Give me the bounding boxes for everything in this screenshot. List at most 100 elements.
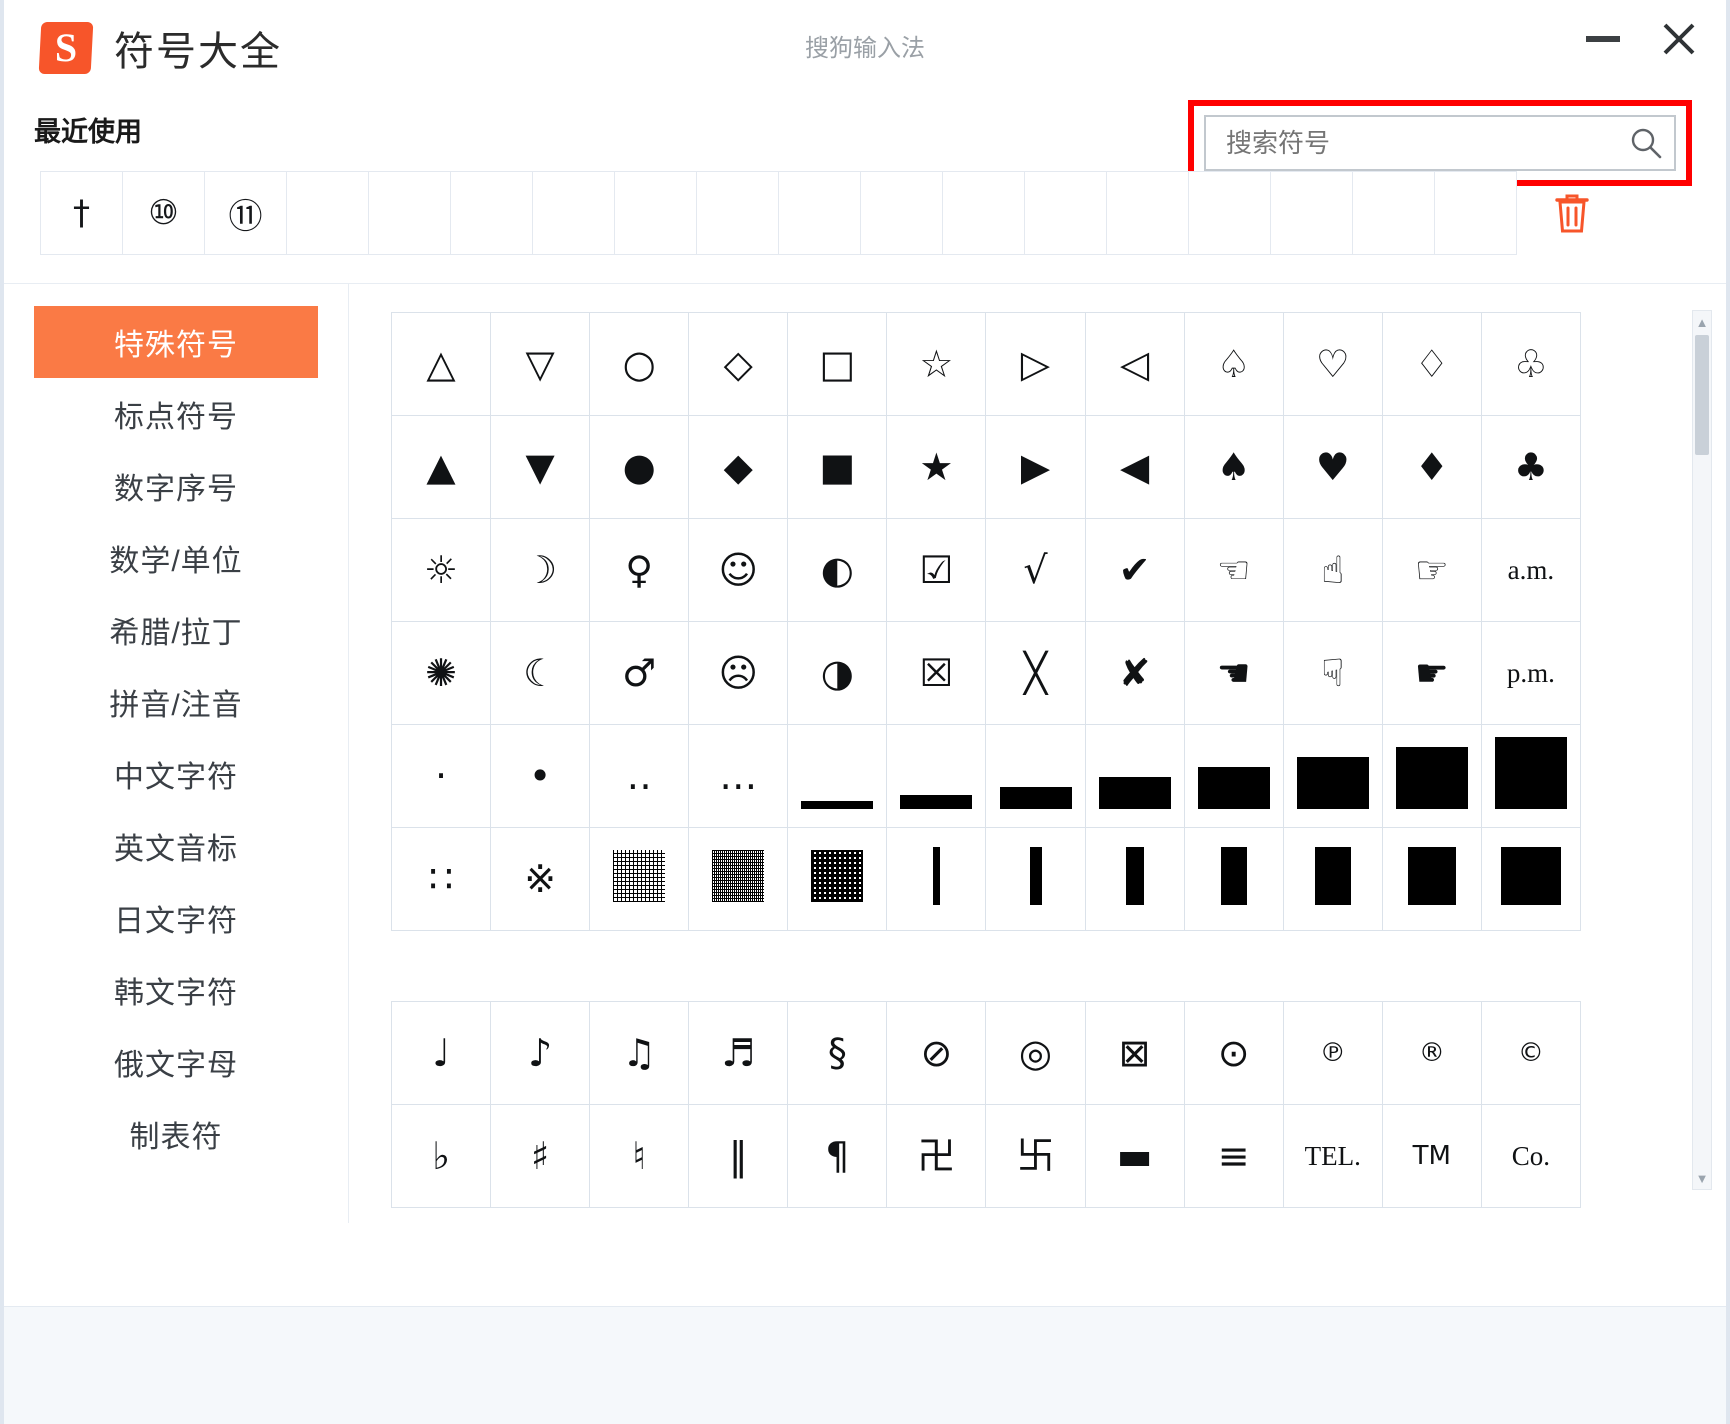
- symbol-cell[interactable]: ♤: [1183, 312, 1284, 416]
- symbol-cell[interactable]: ◇: [688, 312, 789, 416]
- symbol-cell[interactable]: ◑: [787, 621, 888, 725]
- symbol-cell[interactable]: ✘: [1084, 621, 1185, 725]
- symbol-cell[interactable]: Co.: [1480, 1104, 1582, 1208]
- recent-symbol-cell[interactable]: ⑪: [205, 172, 287, 254]
- symbol-cell[interactable]: ♡: [1282, 312, 1383, 416]
- symbol-cell[interactable]: [1381, 724, 1482, 828]
- symbol-cell[interactable]: ☞: [1381, 518, 1482, 622]
- symbol-cell[interactable]: ●: [589, 415, 690, 519]
- sidebar-item-6[interactable]: 中文字符: [34, 738, 318, 810]
- symbol-cell[interactable]: ♀: [589, 518, 690, 622]
- panel-scrollbar[interactable]: ▲ ▼: [1692, 310, 1712, 1190]
- symbol-cell[interactable]: ☽: [490, 518, 591, 622]
- sidebar-item-7[interactable]: 英文音标: [34, 810, 318, 882]
- symbol-cell[interactable]: a.m.: [1480, 518, 1582, 622]
- symbol-cell[interactable]: ☺: [688, 518, 789, 622]
- symbol-cell[interactable]: [688, 827, 789, 931]
- symbol-cell[interactable]: [1381, 827, 1482, 931]
- sidebar-item-8[interactable]: 日文字符: [34, 882, 318, 954]
- symbol-cell[interactable]: ☒: [886, 621, 987, 725]
- symbol-cell[interactable]: △: [390, 312, 492, 416]
- recent-symbol-cell[interactable]: [779, 172, 861, 254]
- symbol-cell[interactable]: [1282, 724, 1383, 828]
- symbol-cell[interactable]: ╳: [985, 621, 1086, 725]
- recent-symbol-cell[interactable]: [451, 172, 533, 254]
- symbol-cell[interactable]: ◐: [787, 518, 888, 622]
- symbol-cell[interactable]: [1282, 827, 1383, 931]
- sidebar-item-3[interactable]: 数学/单位: [34, 522, 318, 594]
- symbol-cell[interactable]: ☝: [1282, 518, 1383, 622]
- symbol-cell[interactable]: [787, 724, 888, 828]
- symbol-cell[interactable]: 卍: [886, 1104, 987, 1208]
- symbol-cell[interactable]: ⊙: [1183, 1001, 1284, 1105]
- sidebar-item-9[interactable]: 韩文字符: [34, 954, 318, 1026]
- symbol-cell[interactable]: ♧: [1480, 312, 1582, 416]
- symbol-cell[interactable]: •: [490, 724, 591, 828]
- recent-symbol-cell[interactable]: [369, 172, 451, 254]
- recent-symbol-cell[interactable]: [861, 172, 943, 254]
- symbol-cell[interactable]: ♢: [1381, 312, 1482, 416]
- symbol-cell[interactable]: ℗: [1282, 1001, 1383, 1105]
- search-input[interactable]: [1206, 127, 1618, 159]
- symbol-cell[interactable]: [1084, 724, 1185, 828]
- sidebar-item-4[interactable]: 希腊/拉丁: [34, 594, 318, 666]
- symbol-cell[interactable]: ☟: [1282, 621, 1383, 725]
- symbol-cell[interactable]: 卐: [985, 1104, 1086, 1208]
- symbol-cell[interactable]: ◎: [985, 1001, 1086, 1105]
- symbol-cell[interactable]: ♮: [589, 1104, 690, 1208]
- symbol-cell[interactable]: [985, 827, 1086, 931]
- symbol-cell[interactable]: □: [787, 312, 888, 416]
- symbol-cell[interactable]: ♯: [490, 1104, 591, 1208]
- symbol-cell[interactable]: [886, 724, 987, 828]
- recent-symbol-cell[interactable]: [533, 172, 615, 254]
- symbol-cell[interactable]: ☼: [390, 518, 492, 622]
- symbol-cell[interactable]: ♦: [1381, 415, 1482, 519]
- recent-symbol-cell[interactable]: [943, 172, 1025, 254]
- symbol-cell[interactable]: ♂: [589, 621, 690, 725]
- symbol-cell[interactable]: …: [688, 724, 789, 828]
- symbol-cell[interactable]: ✔: [1084, 518, 1185, 622]
- symbol-cell[interactable]: ⊠: [1084, 1001, 1185, 1105]
- symbol-cell[interactable]: ♣: [1480, 415, 1582, 519]
- symbol-cell[interactable]: [1183, 827, 1284, 931]
- symbol-cell[interactable]: ☜: [1183, 518, 1284, 622]
- symbol-cell[interactable]: ♫: [589, 1001, 690, 1105]
- symbol-cell[interactable]: ▷: [985, 312, 1086, 416]
- recent-symbol-cell[interactable]: [697, 172, 779, 254]
- recent-symbol-cell[interactable]: [615, 172, 697, 254]
- symbol-cell[interactable]: ✺: [390, 621, 492, 725]
- symbol-cell[interactable]: ⊘: [886, 1001, 987, 1105]
- symbol-cell[interactable]: TEL.: [1282, 1104, 1383, 1208]
- symbol-cell[interactable]: ○: [589, 312, 690, 416]
- symbol-cell[interactable]: ☚: [1183, 621, 1284, 725]
- recent-symbol-cell[interactable]: [1435, 172, 1517, 254]
- symbol-cell[interactable]: ▼: [490, 415, 591, 519]
- symbol-cell[interactable]: ‖: [688, 1104, 789, 1208]
- symbol-cell[interactable]: ◁: [1084, 312, 1185, 416]
- symbol-cell[interactable]: ≡: [1183, 1104, 1284, 1208]
- symbol-cell[interactable]: ☾: [490, 621, 591, 725]
- recent-symbol-cell[interactable]: ⑩: [123, 172, 205, 254]
- symbol-cell[interactable]: [1084, 827, 1185, 931]
- symbol-cell[interactable]: TM: [1381, 1104, 1482, 1208]
- symbol-cell[interactable]: ☑: [886, 518, 987, 622]
- recent-symbol-cell[interactable]: [1353, 172, 1435, 254]
- symbol-cell[interactable]: ☛: [1381, 621, 1482, 725]
- recent-symbol-cell[interactable]: [287, 172, 369, 254]
- symbol-cell[interactable]: [1480, 724, 1582, 828]
- sidebar-item-0[interactable]: 特殊符号: [34, 306, 318, 378]
- symbol-cell[interactable]: [1480, 827, 1582, 931]
- symbol-cell[interactable]: ※: [490, 827, 591, 931]
- symbol-cell[interactable]: ♥: [1282, 415, 1383, 519]
- sidebar-item-10[interactable]: 俄文字母: [34, 1026, 318, 1098]
- recent-symbol-cell[interactable]: [1189, 172, 1271, 254]
- symbol-cell[interactable]: ♠: [1183, 415, 1284, 519]
- recent-symbol-cell[interactable]: [1271, 172, 1353, 254]
- symbol-cell[interactable]: ∷: [390, 827, 492, 931]
- symbol-cell[interactable]: ▽: [490, 312, 591, 416]
- symbol-cell[interactable]: ♬: [688, 1001, 789, 1105]
- symbol-cell[interactable]: ♪: [490, 1001, 591, 1105]
- symbol-cell[interactable]: [787, 827, 888, 931]
- symbol-cell[interactable]: ☆: [886, 312, 987, 416]
- sidebar-item-11[interactable]: 制表符: [34, 1098, 318, 1170]
